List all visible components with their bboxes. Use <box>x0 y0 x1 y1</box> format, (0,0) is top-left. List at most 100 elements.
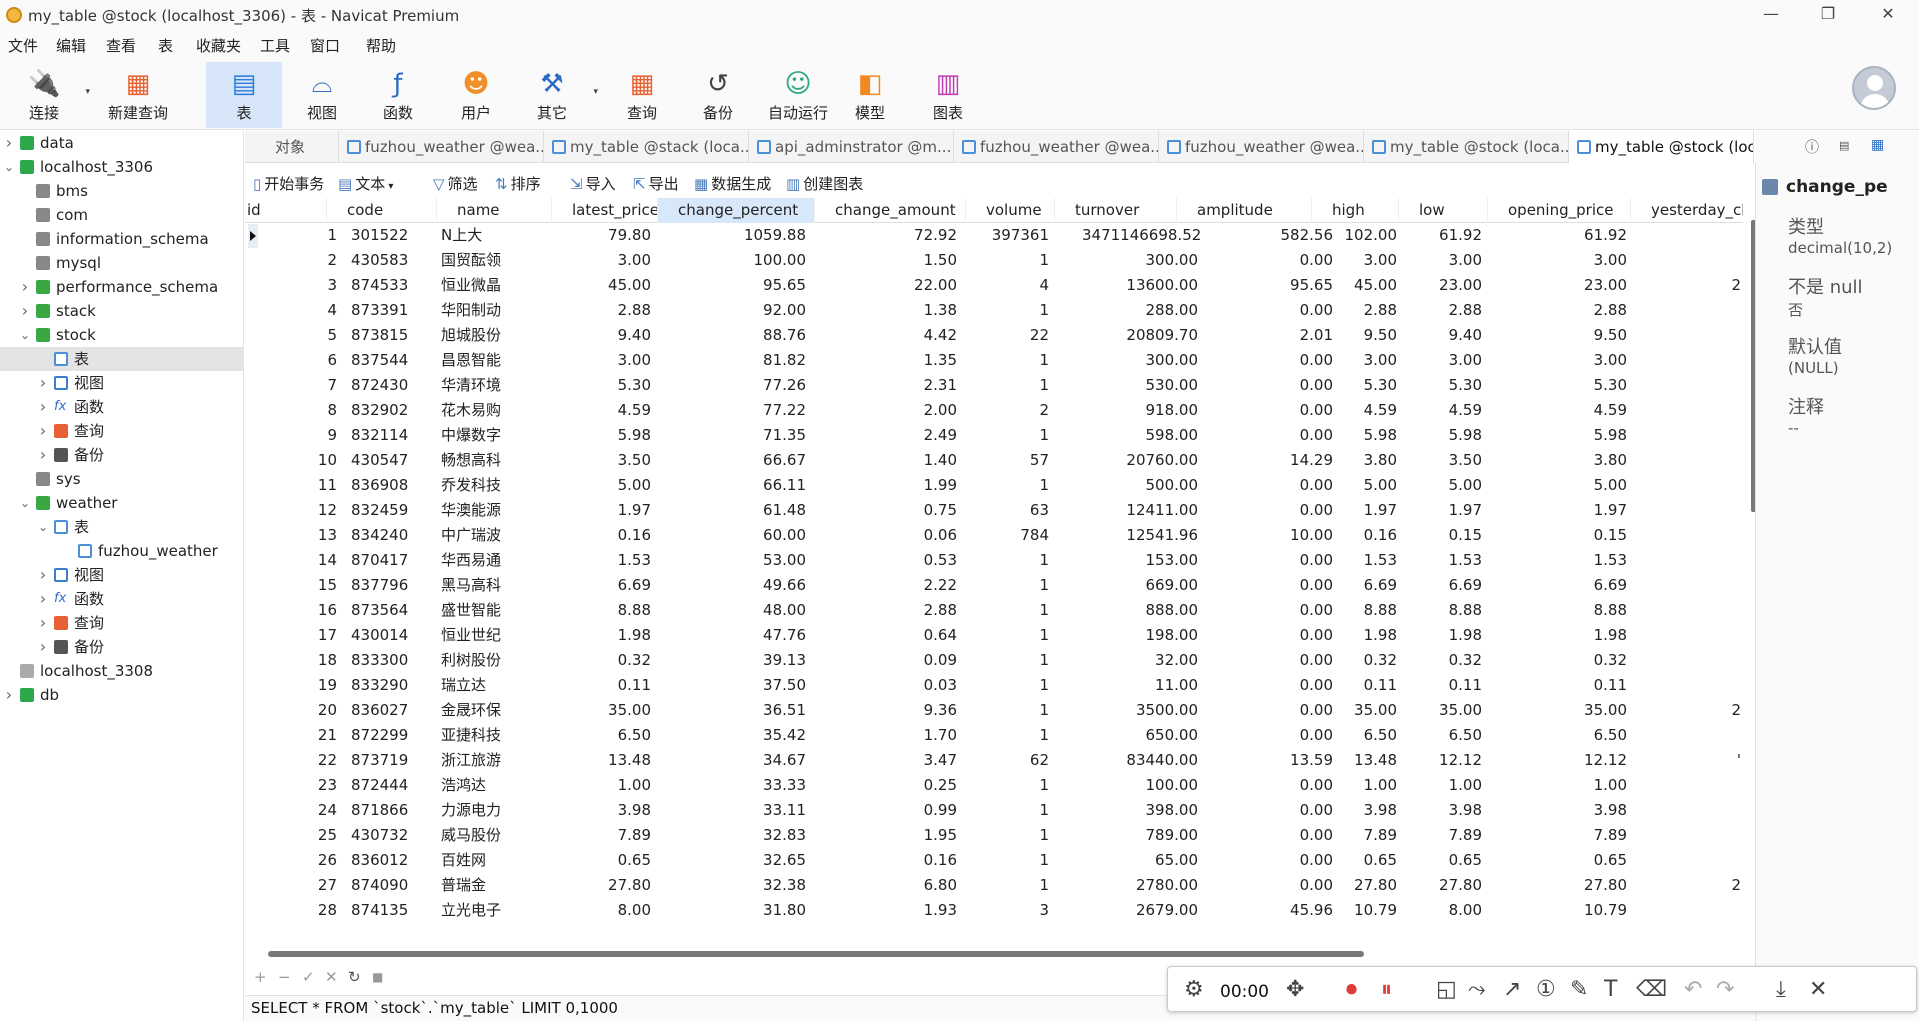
info-icon[interactable]: ⓘ <box>1805 137 1819 157</box>
cell-yesterday_close[interactable]: 2 <box>1625 873 1743 898</box>
cell-yesterday_close[interactable] <box>1625 448 1743 473</box>
cell-opening_price[interactable]: 5.00 <box>1511 473 1631 498</box>
table-row[interactable]: 18 833300 利树股份 0.32 39.13 0.09 1 32.00 0.00 0.32 0… <box>245 648 1743 673</box>
cell-id[interactable]: 5 <box>245 323 341 348</box>
column-header-change_amount[interactable]: change_amount <box>815 198 966 223</box>
column-header-high[interactable]: high <box>1312 198 1399 223</box>
chevron-right-icon[interactable]: › <box>18 275 32 299</box>
cell-turnover[interactable]: 100.00 <box>1082 773 1202 798</box>
cell-low[interactable]: 1.98 <box>1366 623 1486 648</box>
cell-opening_price[interactable]: 2.88 <box>1511 298 1631 323</box>
close-recorder-icon[interactable]: ✕ <box>1809 977 1827 1003</box>
cell-volume[interactable]: 1 <box>933 348 1053 373</box>
column-header-volume[interactable]: volume <box>966 198 1055 223</box>
cell-id[interactable]: 23 <box>245 773 341 798</box>
column-header-opening_price[interactable]: opening_price <box>1488 198 1631 223</box>
cell-yesterday_close[interactable]: 2 <box>1625 273 1743 298</box>
cell-turnover[interactable]: 20760.00 <box>1082 448 1202 473</box>
cell-change_percent[interactable]: 34.67 <box>690 748 810 773</box>
column-header-turnover[interactable]: turnover <box>1055 198 1177 223</box>
cell-low[interactable]: 5.30 <box>1366 373 1486 398</box>
cell-yesterday_close[interactable]: 2 <box>1625 698 1743 723</box>
table-row[interactable]: 13 834240 中广瑞波 0.16 60.00 0.06 784 12541.96 10.0… <box>245 523 1743 548</box>
cell-latest_price[interactable]: 8.00 <box>535 898 655 918</box>
chevron-down-icon[interactable]: ▾ <box>385 181 393 192</box>
menu-item-4[interactable]: 收藏夹 <box>194 35 252 56</box>
cell-low[interactable]: 0.11 <box>1366 673 1486 698</box>
cell-volume[interactable]: 1 <box>933 798 1053 823</box>
cell-opening_price[interactable]: 27.80 <box>1511 873 1631 898</box>
toolbar-robot-button[interactable]: ☺ 自动运行 <box>756 62 840 128</box>
cell-latest_price[interactable]: 27.80 <box>535 873 655 898</box>
cell-id[interactable]: 25 <box>245 823 341 848</box>
table-row[interactable]: 14 870417 华西易通 1.53 53.00 0.53 1 153.00 0.00 1.53… <box>245 548 1743 573</box>
cell-low[interactable]: 1.00 <box>1366 773 1486 798</box>
chevron-right-icon[interactable]: › <box>18 299 32 323</box>
cell-volume[interactable]: 1 <box>933 648 1053 673</box>
cell-volume[interactable]: 1 <box>933 773 1053 798</box>
cell-turnover[interactable]: 3500.00 <box>1082 698 1202 723</box>
cell-volume[interactable]: 2 <box>933 398 1053 423</box>
cell-id[interactable]: 13 <box>245 523 341 548</box>
cell-volume[interactable]: 1 <box>933 373 1053 398</box>
text-tool-icon[interactable]: T <box>1604 977 1617 1003</box>
cell-low[interactable]: 61.92 <box>1366 223 1486 248</box>
cell-id[interactable]: 6 <box>245 348 341 373</box>
cell-change_percent[interactable]: 81.82 <box>690 348 810 373</box>
cell-volume[interactable]: 4 <box>933 273 1053 298</box>
cell-opening_price[interactable]: 3.80 <box>1511 448 1631 473</box>
action-sort-button[interactable]: ⇅ 排序 <box>495 173 541 194</box>
cell-volume[interactable]: 22 <box>933 323 1053 348</box>
cell-opening_price[interactable]: 3.00 <box>1511 248 1631 273</box>
cell-change_percent[interactable]: 35.42 <box>690 723 810 748</box>
cell-latest_price[interactable]: 5.98 <box>535 423 655 448</box>
tab-7[interactable]: my_table @stock (loca... <box>1569 131 1754 163</box>
cell-latest_price[interactable]: 1.98 <box>535 623 655 648</box>
toolbar-query-button[interactable]: ▦ 查询 <box>604 62 680 128</box>
apply-changes-button[interactable]: ✓ <box>302 968 315 986</box>
cell-volume[interactable]: 1 <box>933 873 1053 898</box>
cell-latest_price[interactable]: 45.00 <box>535 273 655 298</box>
cell-opening_price[interactable]: 23.00 <box>1511 273 1631 298</box>
tree-item-表[interactable]: 表 <box>0 347 244 371</box>
chevron-right-icon[interactable]: › <box>36 587 50 611</box>
action-export-button[interactable]: ⇱ 导出 <box>633 173 679 194</box>
toolbar-tools-button[interactable]: ⚒ 其它 ▾ <box>514 62 598 128</box>
column-header-name[interactable]: name <box>437 198 552 223</box>
cell-change_percent[interactable]: 1059.88 <box>690 223 810 248</box>
cell-yesterday_close[interactable] <box>1625 648 1743 673</box>
arrow-icon[interactable]: ↗ <box>1503 977 1521 1003</box>
cell-turnover[interactable]: 669.00 <box>1082 573 1202 598</box>
cell-opening_price[interactable]: 6.50 <box>1511 723 1631 748</box>
cell-change_percent[interactable]: 32.38 <box>690 873 810 898</box>
cell-low[interactable]: 6.50 <box>1366 723 1486 748</box>
redo-icon[interactable]: ↷ <box>1716 977 1734 1003</box>
cell-yesterday_close[interactable] <box>1625 473 1743 498</box>
cell-low[interactable]: 3.98 <box>1366 798 1486 823</box>
minimize-button[interactable]: — <box>1745 0 1797 30</box>
cell-opening_price[interactable]: 10.79 <box>1511 898 1631 918</box>
cell-opening_price[interactable]: 5.98 <box>1511 423 1631 448</box>
chevron-right-icon[interactable]: › <box>36 371 50 395</box>
cell-id[interactable]: 19 <box>245 673 341 698</box>
cell-yesterday_close[interactable] <box>1625 773 1743 798</box>
action-import-button[interactable]: ⇲ 导入 <box>570 173 616 194</box>
cell-low[interactable]: 9.40 <box>1366 323 1486 348</box>
cell-turnover[interactable]: 153.00 <box>1082 548 1202 573</box>
menu-item-7[interactable]: 帮助 <box>364 35 407 56</box>
refresh-button[interactable]: ↻ <box>348 968 361 986</box>
cell-opening_price[interactable]: 1.00 <box>1511 773 1631 798</box>
cell-turnover[interactable]: 300.00 <box>1082 348 1202 373</box>
cell-yesterday_close[interactable] <box>1625 323 1743 348</box>
cell-turnover[interactable]: 2679.00 <box>1082 898 1202 918</box>
polyline-icon[interactable]: ⤳ <box>1468 977 1486 1003</box>
cell-yesterday_close[interactable] <box>1625 498 1743 523</box>
cell-opening_price[interactable]: 6.69 <box>1511 573 1631 598</box>
cell-opening_price[interactable]: 3.00 <box>1511 348 1631 373</box>
cell-low[interactable]: 0.15 <box>1366 523 1486 548</box>
menu-item-1[interactable]: 编辑 <box>54 35 97 56</box>
cell-volume[interactable]: 3 <box>933 898 1053 918</box>
cell-latest_price[interactable]: 1.53 <box>535 548 655 573</box>
cell-low[interactable]: 23.00 <box>1366 273 1486 298</box>
column-header-change_percent[interactable]: change_percent <box>658 198 815 223</box>
